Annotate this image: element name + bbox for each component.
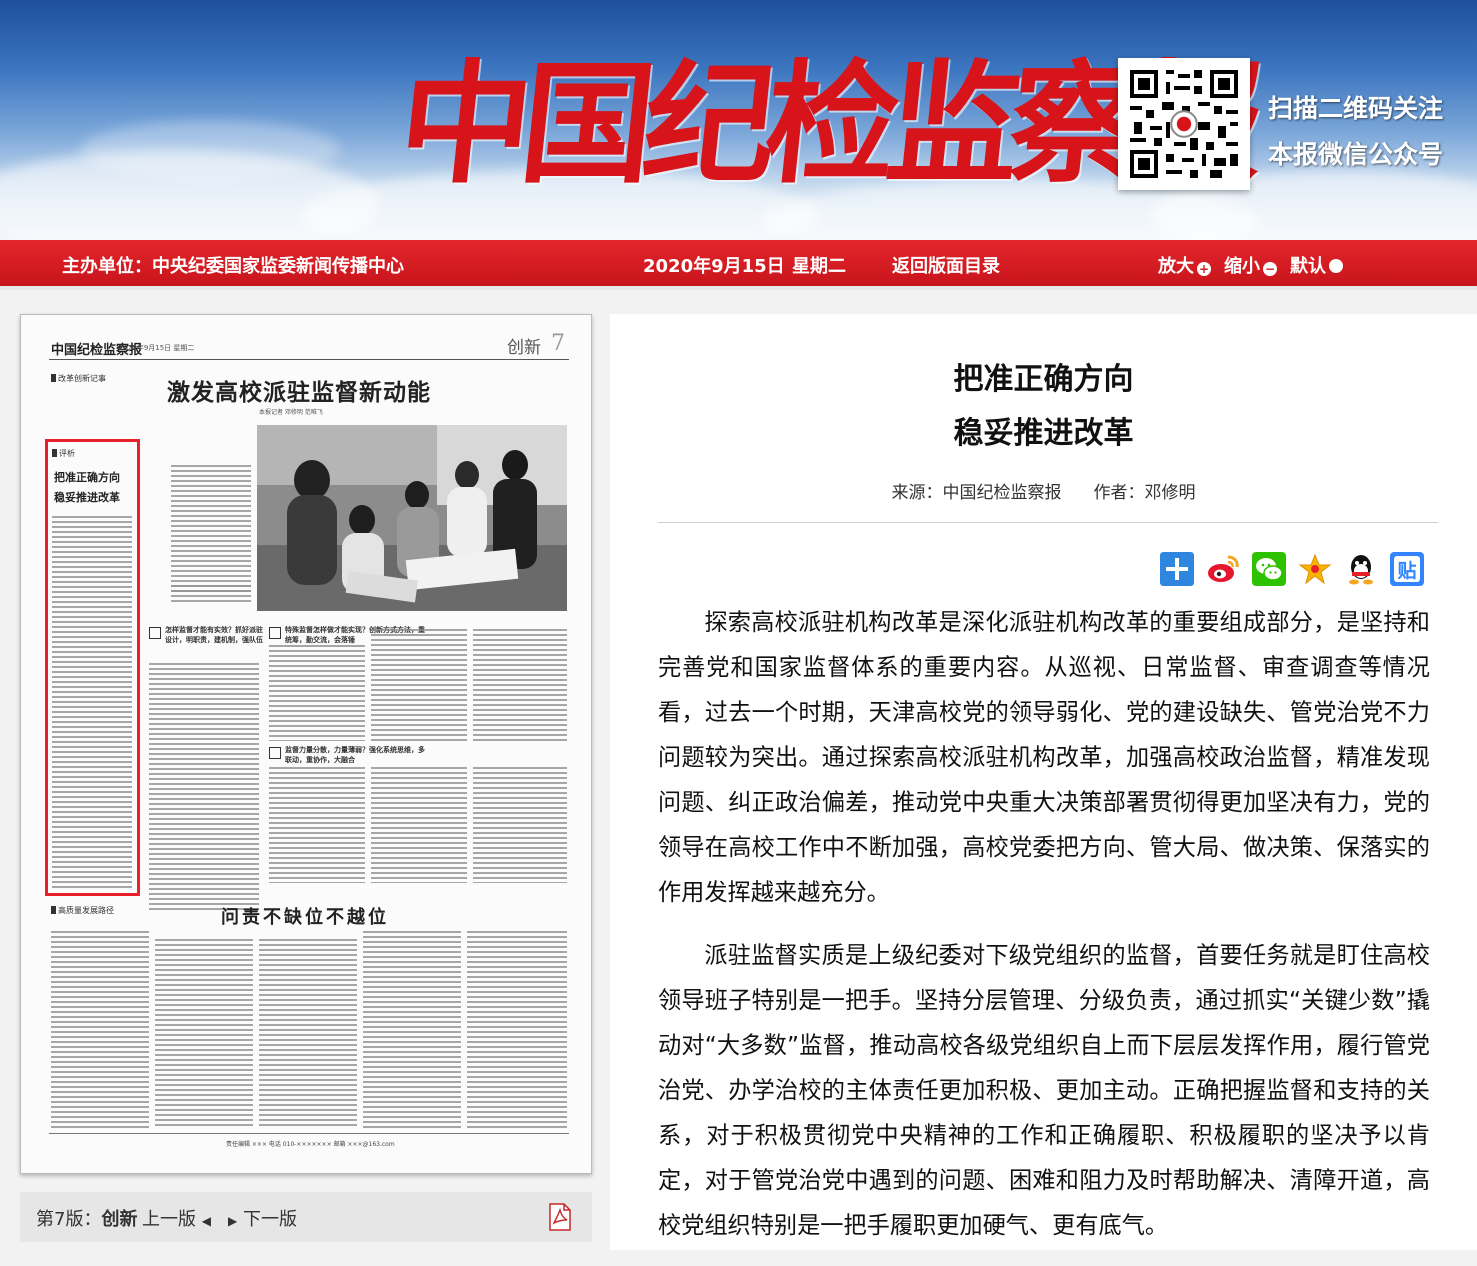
q-marker-2 <box>269 627 281 639</box>
paper-tag-bottom: 高质量发展路径 <box>51 905 114 916</box>
article-divider <box>658 522 1438 523</box>
paper-tag-top: 改革创新记事 <box>51 373 106 384</box>
highlight-title-line1: 把准正确方向 <box>54 471 120 484</box>
minus-circle-icon: − <box>1263 262 1277 276</box>
next-page-link[interactable]: ▶ 下一版 <box>228 1205 297 1231</box>
zoom-default-label: 默认 <box>1290 256 1326 277</box>
article-author: 邓修明 <box>1144 483 1196 503</box>
zoom-out-label: 缩小 <box>1224 256 1260 277</box>
article-source: 中国纪检监察报 <box>942 483 1062 503</box>
issue-weekday: 星期二 <box>792 256 846 277</box>
share-more-icon[interactable] <box>1160 552 1194 586</box>
paper-lower-col-2 <box>155 939 253 1129</box>
qq-icon[interactable] <box>1344 552 1378 586</box>
masthead-banner: 中国纪检监察报 扫描二维码关注 本报微信公众号 <box>0 0 1477 240</box>
paper-intro-text-end <box>171 585 251 595</box>
dot-circle-icon <box>1329 259 1343 273</box>
q-marker-3 <box>269 747 281 759</box>
qr-code-icon <box>1126 66 1242 182</box>
bar-divider <box>0 286 1477 290</box>
next-page-label: 下一版 <box>242 1209 297 1230</box>
top-info-bar: 主办单位：中央纪委国家监委新闻传播中心 2020年9月15日 星期二 返回版面目… <box>0 240 1477 286</box>
paper-col-3b-text <box>269 767 365 883</box>
paper-headline-2[interactable]: 问责不缺位不越位 <box>221 903 389 929</box>
highlight-body-text <box>52 516 132 888</box>
prev-page-label: 上一版 <box>142 1209 196 1230</box>
zoom-in-label: 放大 <box>1158 256 1194 277</box>
svg-text:贴: 贴 <box>1397 560 1416 582</box>
article-body: 探索高校派驻机构改革是深化派驻机构改革的重要组成部分，是坚持和完善党和国家监督体… <box>658 600 1430 1266</box>
tieba-icon[interactable]: 贴 <box>1390 552 1424 586</box>
paper-lower-col-1 <box>51 931 149 1129</box>
paper-col-5b-text <box>473 767 567 883</box>
qr-caption: 扫描二维码关注 本报微信公众号 <box>1268 86 1443 178</box>
highlight-kicker: 评析 <box>52 448 75 459</box>
article-meta: 来源：中国纪检监察报 作者：邓修明 <box>610 478 1477 503</box>
q-marker-1 <box>149 627 161 639</box>
paper-lower-col-5 <box>467 931 567 1129</box>
highlight-title: 把准正确方向 稳妥推进改革 <box>54 468 120 508</box>
paper-subhead-3: 监督力量分散，力量薄弱？强化系统思维，多联动，重协作，大融合 <box>285 746 425 764</box>
issue-date: 2020年9月15日 <box>643 256 785 277</box>
article-title-line2: 稳妥推进改革 <box>953 416 1134 451</box>
paper-byline: 本报记者 邓修明 范唯飞 <box>259 409 323 416</box>
paper-footer-rule <box>49 1133 569 1134</box>
zoom-in-button[interactable]: 放大 + <box>1158 252 1211 278</box>
highlight-title-line2: 稳妥推进改革 <box>54 491 120 504</box>
paper-intro-text <box>171 465 251 605</box>
page-navigation: 第7版：创新 上一版 ◀ ▶ 下一版 <box>20 1192 592 1242</box>
paper-date: 2020年9月15日 星期二 <box>119 344 195 352</box>
paper-section: 创新 <box>507 338 541 358</box>
article-paragraph-1: 探索高校派驻机构改革是深化派驻机构改革的重要组成部分，是坚持和完善党和国家监督体… <box>658 609 1430 906</box>
favorite-star-icon[interactable] <box>1298 552 1332 586</box>
pdf-download-icon[interactable] <box>548 1203 572 1231</box>
paper-col-4b-text <box>371 767 467 883</box>
source-label: 来源： <box>891 483 943 503</box>
weibo-icon[interactable] <box>1206 552 1240 586</box>
back-to-contents-link[interactable]: 返回版面目录 <box>892 252 1000 278</box>
qr-caption-line2: 本报微信公众号 <box>1268 140 1444 169</box>
plus-circle-icon: + <box>1197 262 1211 276</box>
paper-photo[interactable] <box>257 425 567 611</box>
sponsor-text: 主办单位：中央纪委国家监委新闻传播中心 <box>62 256 404 277</box>
article-title-line1: 把准正确方向 <box>953 362 1134 397</box>
wechat-icon[interactable] <box>1252 552 1286 586</box>
paper-subhead-1: 怎样监督才能有实效？抓好派驻设计，明职责，建机制，强队伍 <box>165 626 263 644</box>
highlighted-article-box[interactable]: 评析 把准正确方向 稳妥推进改革 <box>45 439 140 896</box>
zoom-default-button[interactable]: 默认 <box>1290 252 1343 278</box>
paper-col-4a-text <box>371 629 467 741</box>
paper-lower-col-3 <box>259 939 357 1129</box>
newspaper-masthead: 中国纪检监察报 <box>391 47 1263 202</box>
wechat-qr-code <box>1118 58 1250 190</box>
page-number-label: 第7版： <box>36 1209 102 1230</box>
meeting-photo-icon <box>257 425 567 611</box>
caret-left-icon: ◀ <box>201 1214 211 1228</box>
paper-col-5a-text <box>473 629 567 741</box>
paper-col-2-text <box>149 663 259 913</box>
prev-page-link[interactable]: 上一版 ◀ <box>142 1205 211 1231</box>
paper-header-rule <box>49 359 569 360</box>
paper-page-number: 7 <box>551 331 565 356</box>
page-label: 第7版：创新 <box>36 1205 137 1231</box>
article-panel: 把准正确方向 稳妥推进改革 来源：中国纪检监察报 作者：邓修明 贴 探索高校派驻… <box>610 314 1477 1250</box>
paper-lower-col-4 <box>363 931 461 1129</box>
newspaper-page-image[interactable]: 中国纪检监察报 2020年9月15日 星期二 创新 7 改革创新记事 激发高校派… <box>20 314 592 1174</box>
zoom-out-button[interactable]: 缩小 − <box>1224 252 1277 278</box>
page-section-name: 创新 <box>101 1209 138 1230</box>
paper-headline[interactable]: 激发高校派驻监督新动能 <box>167 373 431 407</box>
article-paragraph-2: 派驻监督实质是上级纪委对下级党组织的监督，首要任务就是盯住高校领导班子特别是一把… <box>658 942 1430 1239</box>
paper-footer: 责任编辑 ××× 电话 010-××××××× 邮箱 ×××@163.com <box>226 1141 395 1148</box>
paper-col-3a-text <box>269 645 365 741</box>
author-label: 作者： <box>1093 483 1145 503</box>
caret-right-icon: ▶ <box>228 1214 238 1228</box>
qr-caption-line1: 扫描二维码关注 <box>1268 94 1444 123</box>
